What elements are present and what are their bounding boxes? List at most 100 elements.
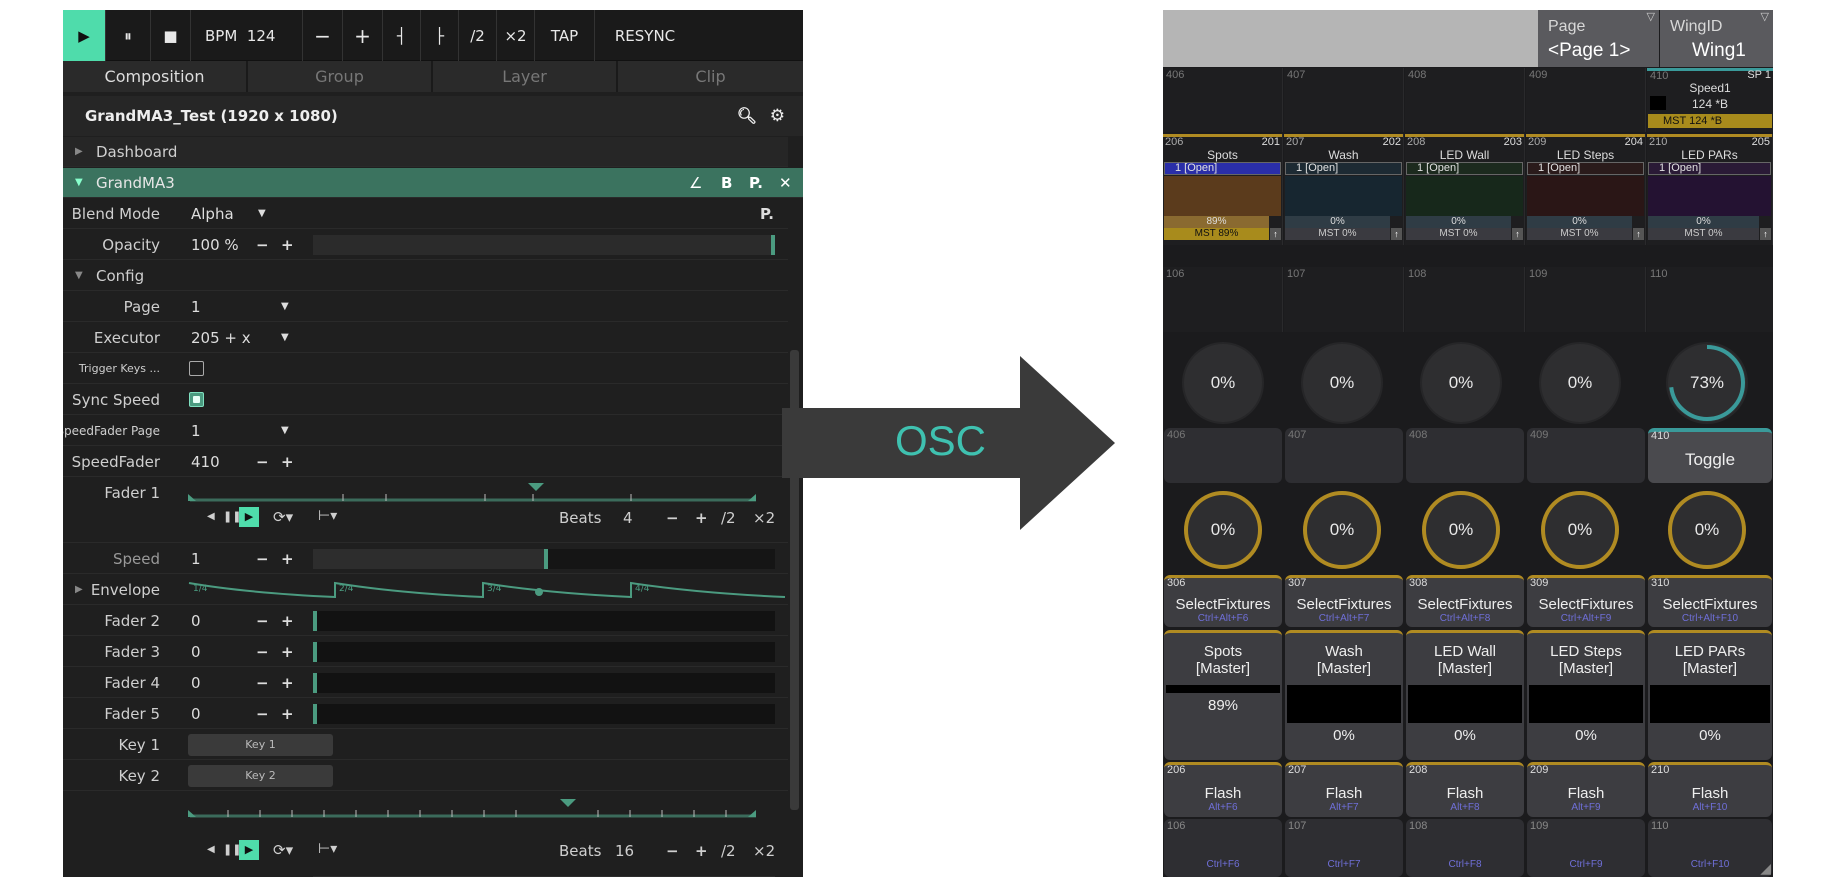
encoder-knob[interactable]: 0% bbox=[1668, 491, 1746, 569]
double-bpm-button[interactable]: ×2 bbox=[497, 10, 535, 61]
exec-button[interactable]: 408 bbox=[1406, 428, 1524, 483]
tab-layer[interactable]: Layer bbox=[433, 61, 618, 92]
speed-slider[interactable] bbox=[313, 549, 775, 569]
pin-icon[interactable]: ↑ bbox=[1633, 228, 1644, 240]
encoder-knob[interactable]: 0% bbox=[1184, 491, 1262, 569]
nudge-right-button[interactable]: ├ bbox=[421, 10, 459, 61]
select-fixtures-button[interactable]: 307 SelectFixtures Ctrl+Alt+F7 bbox=[1285, 575, 1403, 627]
master-fader[interactable]: LED Steps [Master] 0% bbox=[1527, 630, 1645, 760]
speed-handle[interactable] bbox=[544, 549, 548, 569]
play-button[interactable]: ▶ bbox=[63, 10, 106, 61]
tab-composition[interactable]: Composition bbox=[63, 61, 248, 92]
fader-slider[interactable] bbox=[313, 642, 775, 662]
expand-right-icon[interactable]: ▶ bbox=[75, 575, 83, 605]
bpm-display[interactable]: BPM 124 bbox=[191, 10, 303, 61]
resize-grip-icon[interactable]: ◢ bbox=[1760, 860, 1771, 877]
beats-double-button[interactable]: ×2 bbox=[753, 509, 775, 527]
bpm-minus-button[interactable]: − bbox=[303, 10, 343, 61]
fader-plus-button[interactable]: + bbox=[281, 699, 294, 729]
wing-selector[interactable]: WingID Wing1 ▽ bbox=[1660, 10, 1773, 67]
beats-half-button[interactable]: /2 bbox=[721, 842, 736, 860]
chevron-down-icon[interactable]: ▼ bbox=[281, 323, 289, 353]
tab-group[interactable]: Group bbox=[248, 61, 433, 92]
encoder-knob[interactable]: 0% bbox=[1422, 491, 1500, 569]
encoder-knob[interactable]: 0% bbox=[1541, 491, 1619, 569]
speed-encoder-knob[interactable]: 73% bbox=[1668, 344, 1746, 422]
play-icon[interactable]: ▶ bbox=[239, 840, 259, 860]
exec-button[interactable]: 109 Ctrl+F9 bbox=[1527, 819, 1645, 877]
close-icon[interactable]: ✕ bbox=[779, 168, 792, 198]
executor-select[interactable]: 205 + x bbox=[191, 323, 251, 353]
flash-button[interactable]: 208 Flash Alt+F8 bbox=[1406, 762, 1524, 817]
pin-icon[interactable]: ↑ bbox=[1760, 228, 1771, 240]
direction-icon[interactable]: ⊢▾ bbox=[318, 841, 337, 857]
trigger-keys-checkbox[interactable] bbox=[189, 361, 204, 376]
encoder-knob[interactable]: 0% bbox=[1184, 344, 1262, 422]
half-bpm-button[interactable]: /2 bbox=[459, 10, 497, 61]
select-fixtures-button[interactable]: 309 SelectFixtures Ctrl+Alt+F9 bbox=[1527, 575, 1645, 627]
pause-button[interactable]: ⏸ bbox=[106, 10, 151, 61]
exec-button[interactable]: 108 Ctrl+F8 bbox=[1406, 819, 1524, 877]
select-fixtures-button[interactable]: 306 SelectFixtures Ctrl+Alt+F6 bbox=[1164, 575, 1282, 627]
search-icon[interactable]: 🔍︎ bbox=[737, 96, 757, 136]
speedfader-minus-button[interactable]: − bbox=[256, 447, 269, 477]
fader-slider[interactable] bbox=[313, 673, 775, 693]
dashboard-section[interactable]: ▶ Dashboard bbox=[63, 137, 788, 167]
beats-plus-button[interactable]: + bbox=[695, 509, 708, 527]
resync-button[interactable]: RESYNC bbox=[595, 10, 695, 61]
executor-cell[interactable]: 210 205 LED PARs 1 [Open] 0% MST 0% ↑ bbox=[1647, 134, 1773, 245]
exec-cell[interactable]: 110 bbox=[1647, 267, 1773, 332]
fader-slider[interactable] bbox=[313, 611, 775, 631]
chevron-down-icon[interactable]: ▼ bbox=[281, 416, 289, 446]
opacity-value[interactable]: 100 % bbox=[191, 230, 239, 260]
pin-icon[interactable]: ↑ bbox=[1512, 228, 1523, 240]
blend-mode-select[interactable]: Alpha bbox=[191, 199, 234, 229]
loop-icon[interactable]: ⟳▾ bbox=[273, 841, 293, 859]
exec-button[interactable]: 107 Ctrl+F7 bbox=[1285, 819, 1403, 877]
chevron-down-icon[interactable]: ▼ bbox=[281, 292, 289, 322]
opacity-plus-button[interactable]: + bbox=[281, 230, 294, 260]
fader-slider[interactable] bbox=[313, 704, 775, 724]
exec-cell[interactable]: 108 bbox=[1405, 267, 1525, 332]
encoder-knob[interactable]: 0% bbox=[1541, 344, 1619, 422]
flash-button[interactable]: 210 Flash Alt+F10 bbox=[1648, 762, 1772, 817]
exec-cell[interactable]: 409 bbox=[1526, 68, 1646, 132]
master-fader[interactable]: Wash [Master] 0% bbox=[1285, 630, 1403, 760]
master-fader[interactable]: LED PARs [Master] 0% bbox=[1648, 630, 1772, 760]
speedfader-page-select[interactable]: 1 bbox=[191, 416, 201, 446]
fader-handle[interactable] bbox=[313, 642, 317, 662]
speedfader-plus-button[interactable]: + bbox=[281, 447, 294, 477]
fader-handle[interactable] bbox=[313, 611, 317, 631]
plugin-header[interactable]: ▼ GrandMA3 ∠ B P. ✕ bbox=[63, 168, 803, 198]
key-button[interactable]: Key 2 bbox=[188, 765, 333, 787]
exec-button[interactable]: 406 bbox=[1164, 428, 1282, 483]
bpm-value[interactable]: 124 bbox=[247, 27, 276, 45]
direction-icon[interactable]: ⊢▾ bbox=[318, 508, 337, 524]
opacity-handle[interactable] bbox=[771, 235, 775, 255]
key-button[interactable]: Key 1 bbox=[188, 734, 333, 756]
beats-minus-button[interactable]: − bbox=[666, 509, 679, 527]
fader1-timeline[interactable] bbox=[188, 482, 758, 504]
fader-value[interactable]: 0 bbox=[191, 699, 201, 729]
envelope-graph[interactable]: 1/4 2/4 3/4 4/4 bbox=[187, 577, 787, 603]
speed-value[interactable]: 1 bbox=[191, 544, 201, 574]
fader-value[interactable]: 0 bbox=[191, 668, 201, 698]
exec-cell[interactable]: 408 bbox=[1405, 68, 1525, 132]
exec-cell[interactable]: 107 bbox=[1284, 267, 1404, 332]
exec-cell[interactable]: 407 bbox=[1284, 68, 1404, 132]
speed-master-cell[interactable]: 410 SP 1 Speed1 124 *B MST 124 *B bbox=[1647, 68, 1773, 132]
exec-cell[interactable]: 106 bbox=[1163, 267, 1283, 332]
fader-plus-button[interactable]: + bbox=[281, 637, 294, 667]
flash-button[interactable]: 206 Flash Alt+F6 bbox=[1164, 762, 1282, 817]
fader-handle[interactable] bbox=[313, 673, 317, 693]
chevron-down-icon[interactable]: ▼ bbox=[258, 199, 266, 229]
prev-icon[interactable]: ◀ bbox=[207, 511, 215, 522]
angle-button[interactable]: ∠ bbox=[689, 168, 702, 198]
bpm-plus-button[interactable]: + bbox=[343, 10, 383, 61]
loop-icon[interactable]: ⟳▾ bbox=[273, 508, 293, 526]
tab-clip[interactable]: Clip bbox=[618, 61, 803, 92]
select-fixtures-button[interactable]: 308 SelectFixtures Ctrl+Alt+F8 bbox=[1406, 575, 1524, 627]
page-selector[interactable]: Page <Page 1> ▽ bbox=[1538, 10, 1659, 67]
select-fixtures-button[interactable]: 310 SelectFixtures Ctrl+Alt+F10 bbox=[1648, 575, 1772, 627]
stop-button[interactable]: ■ bbox=[151, 10, 191, 61]
